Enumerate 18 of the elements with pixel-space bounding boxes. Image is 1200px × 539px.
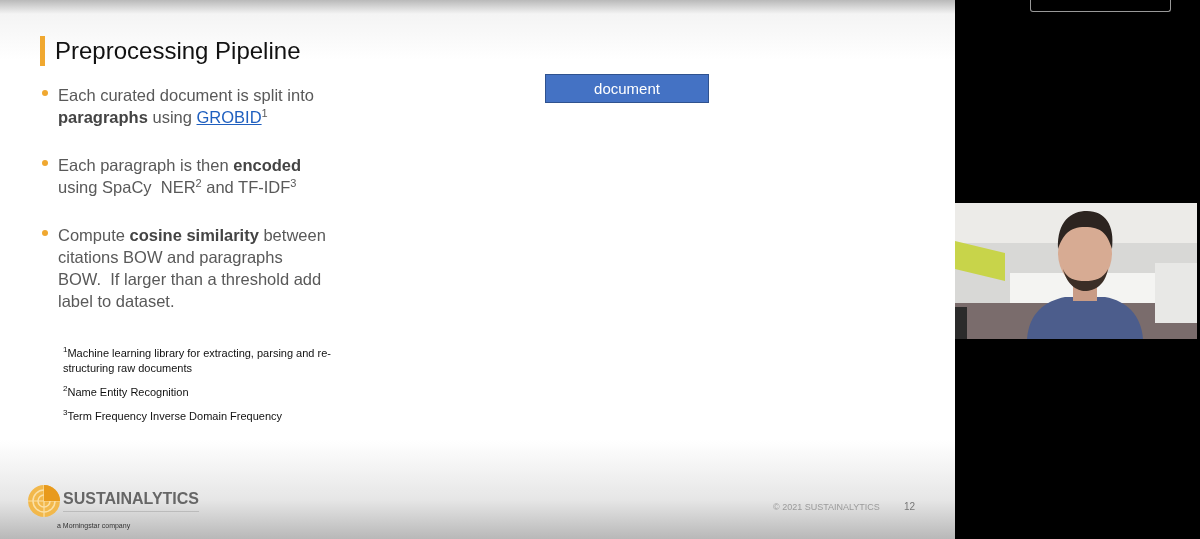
bullet-icon — [42, 230, 48, 236]
logo-text: SUSTAINALYTICS — [63, 490, 199, 512]
footnote: $^{3}$Term Frequency Inverse Domain Frequency — [63, 409, 284, 424]
slide-title: Preprocessing Pipeline — [55, 37, 301, 65]
diagram-box: document — [545, 74, 709, 103]
outline-button[interactable] — [1030, 0, 1171, 12]
accent-bar — [40, 36, 45, 66]
bullet-icon — [42, 90, 48, 96]
footnote: $^{1}$Machine learning library for extracting, parsing and re-structuring raw documents — [63, 346, 332, 376]
footnote: $^{2}$Name Entity Recognition — [63, 385, 190, 400]
bullet-text: Each curated document is split into paragraphs using GROBID$^{1}$ — [58, 85, 315, 128]
bullet-text: Each paragraph is then encoded using SpaCy NER$^{2}$ and TF-IDF$^{3}$ — [58, 155, 303, 198]
copyright-text: © 2021 SUSTAINALYTICS — [773, 501, 880, 512]
page-number: 12 — [903, 501, 915, 512]
link[interactable]: GROBID — [196, 108, 262, 126]
logo-icon — [27, 484, 61, 518]
bullet-text: Compute cosine similarity between citations BOW and paragraphs BOW. If larger than a threshold add label to dataset. — [58, 225, 327, 312]
bullet-icon — [42, 160, 48, 166]
